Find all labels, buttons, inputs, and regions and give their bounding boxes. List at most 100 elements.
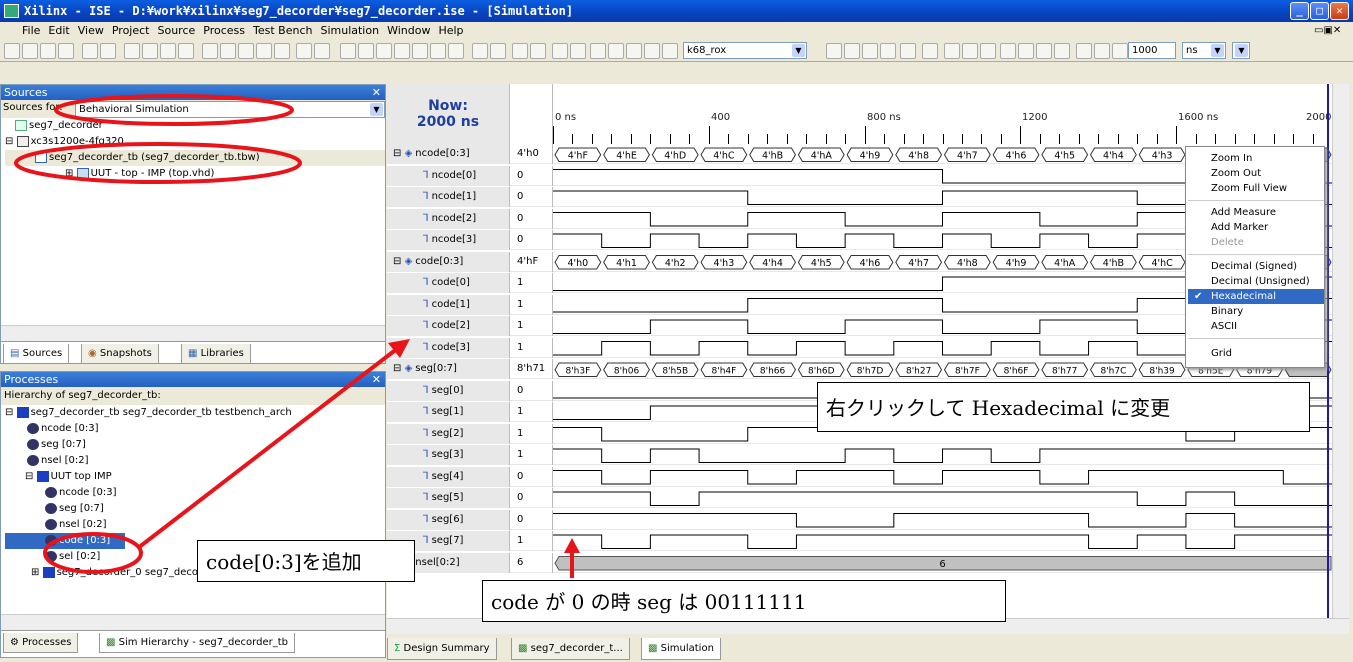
signal-name[interactable]: ⅂ ncode[0] [387,165,510,186]
tab-design-summary[interactable]: Σ Design Summary [387,638,497,660]
menu-binary[interactable]: Binary [1211,304,1243,319]
toolbar-button-icon[interactable] [944,43,960,59]
signal-name[interactable]: ⅂ seg[4] [387,466,510,487]
signal-name[interactable]: ⅂ ncode[1] [387,187,510,207]
menu-add-marker[interactable]: Add Marker [1211,220,1268,235]
toolbar-button-icon[interactable] [552,43,568,59]
tree-item-uut-code[interactable]: code [0:3] [5,533,125,549]
extra-select[interactable]: ▼ [1232,42,1250,59]
tree-item-device[interactable]: ⊟ xc3s1200e-4fg320 [5,134,385,150]
toolbar-button-icon[interactable] [1036,43,1052,59]
toolbar-button-icon[interactable] [1076,43,1092,59]
tree-item-nsel[interactable]: nsel [0:2] [5,453,385,469]
tab-processes[interactable]: ⚙ Processes [3,633,79,653]
tab-libraries[interactable]: ▦ Libraries [181,344,251,364]
chevron-down-icon[interactable]: ▼ [370,103,383,116]
expander-icon[interactable]: ⊟ [5,407,17,418]
chevron-down-icon[interactable]: ▼ [792,44,805,57]
signal-name[interactable]: ⅂ seg[5] [387,488,510,508]
signal-name[interactable]: ⅂ seg[3] [387,445,510,465]
toolbar-button-icon[interactable] [662,43,678,59]
expander-icon[interactable]: ⊞ [31,567,43,578]
tree-item-uut-top[interactable]: ⊟ UUT top IMP [5,469,385,485]
processes-hscrollbar[interactable] [1,614,385,630]
sources-hscrollbar[interactable] [1,325,385,341]
signal-name[interactable]: ⅂ code[1] [387,294,510,315]
toolbar-button-icon[interactable] [394,43,410,59]
waveform-vscrollbar[interactable] [1332,84,1349,618]
tree-item-uut-seg[interactable]: seg [0:7] [5,501,385,517]
signal-name[interactable]: ⅂ code[3] [387,337,510,358]
sources-for-select[interactable]: Behavioral Simulation ▼ [75,101,385,118]
chevron-down-icon[interactable]: ▼ [1211,44,1224,57]
toolbar-button-icon[interactable] [512,43,528,59]
menu-file[interactable]: File [0,22,44,40]
menu-hexadecimal[interactable]: ✔ Hexadecimal [1188,289,1324,304]
toolbar-button-icon[interactable] [590,43,606,59]
expander-icon[interactable]: ⊟ [393,363,405,374]
toolbar-button-icon[interactable] [980,43,996,59]
maximize-button[interactable]: □ [1310,2,1329,20]
minimize-button[interactable]: _ [1290,2,1309,20]
menu-simulation[interactable]: Simulation [316,22,383,40]
mdi-controls[interactable]: ▭▣✕ [1310,22,1345,40]
toolbar-button-icon[interactable] [1054,43,1070,59]
toolbar-button-icon[interactable] [160,43,176,59]
toolbar-button-icon[interactable] [124,43,140,59]
expander-icon[interactable]: ⊟ [393,148,405,159]
toolbar-button-icon[interactable] [1000,43,1016,59]
toolbar-button-icon[interactable] [608,43,624,59]
signal-name[interactable]: ⊟ ◈ code[0:3] [387,251,510,272]
tree-item-testbench-arch[interactable]: ⊟ seg7_decorder_tb seg7_decorder_tb test… [5,405,385,421]
chevron-down-icon[interactable]: ▼ [1235,44,1248,57]
toolbar-button-icon[interactable] [178,43,194,59]
time-cursor[interactable] [1327,84,1329,618]
menu-window[interactable]: Window [383,22,434,40]
toolbar-button-icon[interactable] [4,43,20,59]
menu-project[interactable]: Project [108,22,154,40]
tab-simulation[interactable]: ▩ Simulation [641,638,721,660]
time-input[interactable]: 1000 [1128,42,1176,59]
toolbar-button-icon[interactable] [358,43,374,59]
menu-decimal-unsigned[interactable]: Decimal (Unsigned) [1211,274,1310,289]
menu-help[interactable]: Help [434,22,467,40]
tab-snapshots[interactable]: ◉ Snapshots [81,344,159,364]
toolbar-button-icon[interactable] [922,43,938,59]
signal-name[interactable]: ⊟ ◈ ncode[0:3] [387,144,510,164]
tree-item-uut-ncode[interactable]: ncode [0:3] [5,485,385,501]
toolbar-button-icon[interactable] [40,43,56,59]
toolbar-button-icon[interactable] [962,43,978,59]
toolbar-button-icon[interactable] [448,43,464,59]
expander-icon[interactable]: ⊟ [393,256,405,267]
signal-name[interactable]: ⅂ seg[6] [387,509,510,530]
expander-icon[interactable]: ⊟ [25,471,37,482]
toolbar-button-icon[interactable] [530,43,546,59]
close-button[interactable]: ✕ [1330,2,1349,20]
toolbar-button-icon[interactable] [82,43,98,59]
menu-grid[interactable]: Grid [1211,346,1232,361]
toolbar-button-icon[interactable] [238,43,254,59]
menu-zoom-full-view[interactable]: Zoom Full View [1211,181,1287,196]
signal-name[interactable]: ⅂ ncode[2] [387,208,510,229]
signal-name[interactable]: ⅂ ncode[3] [387,230,510,250]
tree-item-uut-nsel[interactable]: nsel [0:2] [5,517,385,533]
menu-add-measure[interactable]: Add Measure [1211,205,1276,220]
toolbar-button-icon[interactable] [412,43,428,59]
menu-source[interactable]: Source [153,22,199,40]
signal-name[interactable]: ⅂ code[0] [387,273,510,293]
toolbar-button-icon[interactable] [880,43,896,59]
menu-ascii[interactable]: ASCII [1211,319,1237,334]
tab-sources[interactable]: ▤ Sources [3,344,70,364]
toolbar-button-icon[interactable] [220,43,236,59]
toolbar-button-icon[interactable] [314,43,330,59]
menu-test-bench[interactable]: Test Bench [249,22,316,40]
toolbar-button-icon[interactable] [376,43,392,59]
toolbar-button-icon[interactable] [296,43,312,59]
toolbar-button-icon[interactable] [900,43,916,59]
close-icon[interactable]: ✕ [372,372,381,387]
toolbar-button-icon[interactable] [844,43,860,59]
toolbar-button-icon[interactable] [570,43,586,59]
signal-name[interactable]: ⊟ ◈ seg[0:7] [387,359,510,379]
tab-seg7-testbench[interactable]: ▩ seg7_decorder_t... [511,638,630,660]
toolbar-button-icon[interactable] [644,43,660,59]
